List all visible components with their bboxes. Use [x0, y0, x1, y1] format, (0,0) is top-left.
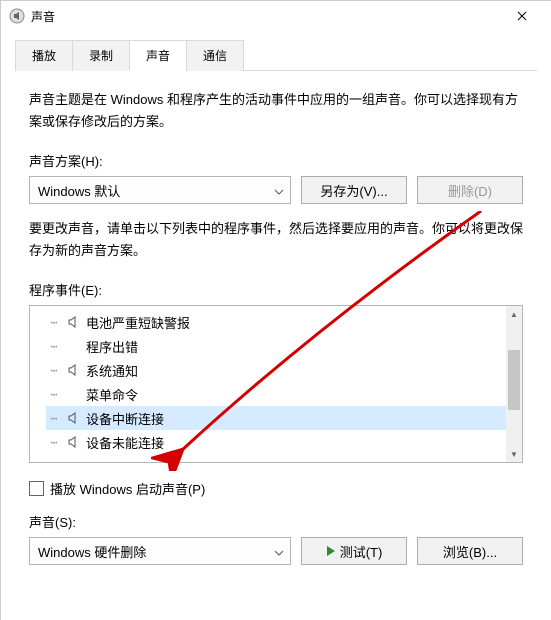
scroll-track[interactable] [506, 322, 522, 446]
scheme-value: Windows 默认 [38, 181, 120, 200]
scroll-down-button[interactable]: ▼ [506, 446, 522, 462]
close-button[interactable] [499, 1, 545, 31]
play-icon [326, 546, 336, 556]
close-icon [517, 11, 527, 21]
window-title-text: 声音 [31, 8, 55, 25]
tree-connector: ⋯ [46, 340, 62, 353]
event-item[interactable]: ⋯ 电池严重短缺警报 [46, 310, 506, 334]
speaker-icon [66, 315, 82, 329]
event-item[interactable]: ⋯ 程序出错 [46, 334, 506, 358]
event-item-label: 设备未能连接 [86, 433, 164, 452]
tab-comm[interactable]: 通信 [186, 40, 244, 71]
tree-connector: ⋯ [46, 316, 62, 329]
tab-pane: 声音主题是在 Windows 和程序产生的活动事件中应用的一组声音。你可以选择现… [1, 71, 551, 565]
sound-dialog: 声音 播放 录制 声音 通信 声音主题是在 Windows 和程序产生的活动事件… [0, 0, 551, 620]
speaker-window-icon [9, 8, 25, 24]
sound-combobox[interactable]: Windows 硬件删除 [29, 537, 291, 565]
chevron-down-icon [274, 183, 284, 198]
tab-strip: 播放 录制 声音 通信 [15, 39, 537, 71]
tab-record[interactable]: 录制 [72, 40, 130, 71]
startup-sound-checkbox[interactable] [29, 481, 44, 496]
tree-connector: ⋯ [46, 412, 62, 425]
tree-connector: ⋯ [46, 436, 62, 449]
scheme-description: 声音主题是在 Windows 和程序产生的活动事件中应用的一组声音。你可以选择现… [29, 89, 523, 133]
sound-label: 声音(S): [29, 512, 523, 531]
delete-button[interactable]: 删除(D) [417, 176, 523, 204]
event-item-label: 设备中断连接 [86, 409, 164, 428]
event-item[interactable]: ⋯ 系统通知 [46, 358, 506, 382]
event-item[interactable]: ⋯ 菜单命令 [46, 382, 506, 406]
tab-sound[interactable]: 声音 [129, 40, 187, 71]
event-item[interactable]: ⋯ 设备中断连接 [46, 406, 506, 430]
startup-sound-label: 播放 Windows 启动声音(P) [50, 479, 205, 498]
speaker-icon [66, 363, 82, 377]
event-item-label: 程序出错 [86, 337, 138, 356]
events-scrollbar[interactable]: ▲ ▼ [506, 306, 522, 462]
sound-value: Windows 硬件删除 [38, 542, 146, 561]
event-item-label: 系统通知 [86, 361, 138, 380]
event-item[interactable]: ⋯ 设备未能连接 [46, 430, 506, 454]
chevron-down-icon [274, 544, 284, 559]
scroll-up-button[interactable]: ▲ [506, 306, 522, 322]
test-button[interactable]: 测试(T) [301, 537, 407, 565]
tree-connector: ⋯ [46, 364, 62, 377]
event-item-label: 电池严重短缺警报 [86, 313, 190, 332]
events-listbox[interactable]: ⋯ 电池严重短缺警报 ⋯ 程序出错 ⋯ 系统通知 ⋯ 菜单命令 ⋯ 设备中断连接 ⋯ 设备未能连接 ▲… [29, 305, 523, 463]
window-title: 声音 [9, 8, 499, 25]
tree-connector: ⋯ [46, 388, 62, 401]
speaker-icon [66, 411, 82, 425]
event-item-label: 菜单命令 [86, 385, 138, 404]
speaker-icon [66, 435, 82, 449]
browse-button[interactable]: 浏览(B)... [417, 537, 523, 565]
scheme-combobox[interactable]: Windows 默认 [29, 176, 291, 204]
test-button-label: 测试(T) [340, 542, 383, 561]
scroll-thumb[interactable] [508, 350, 520, 410]
save-as-button[interactable]: 另存为(V)... [301, 176, 407, 204]
events-description: 要更改声音，请单击以下列表中的程序事件，然后选择要应用的声音。你可以将更改保存为… [29, 218, 523, 262]
tab-playback[interactable]: 播放 [15, 40, 73, 71]
scheme-label: 声音方案(H): [29, 151, 523, 170]
titlebar: 声音 [1, 1, 551, 31]
events-label: 程序事件(E): [29, 280, 523, 299]
